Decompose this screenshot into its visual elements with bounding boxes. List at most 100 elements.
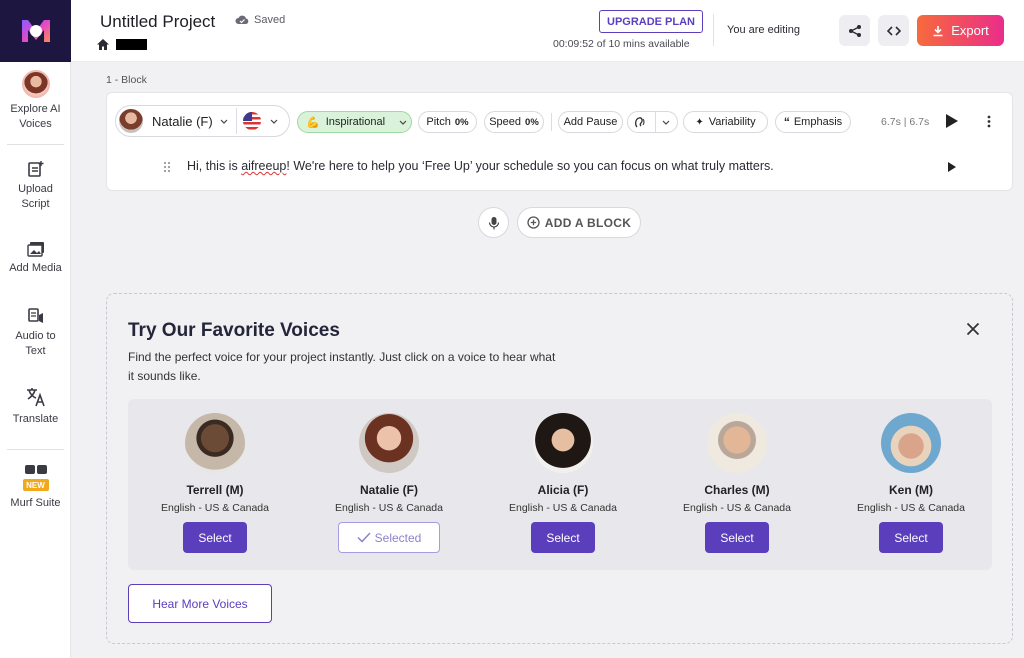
cloud-check-icon	[235, 15, 249, 24]
upgrade-plan-button[interactable]: UPGRADE PLAN	[599, 10, 704, 33]
script-text-part: ! We're here to help you ‘Free Up’ your …	[286, 159, 774, 173]
ken-avatar	[881, 413, 941, 473]
voice-name: Alicia (F)	[537, 483, 589, 497]
chevron-down-icon	[662, 120, 670, 125]
code-icon	[886, 25, 901, 36]
plus-circle-icon	[527, 216, 540, 229]
voice-language: English - US & Canada	[509, 502, 617, 514]
voice-card-terrell[interactable]: Terrell (M) English - US & Canada Select	[128, 413, 302, 553]
pronunciation-control[interactable]	[627, 111, 678, 133]
murf-suite-icon: NEW	[22, 463, 49, 493]
sidebar-item-explore-voices[interactable]: Explore AI Voices	[0, 70, 71, 132]
sidebar-item-label: Murf Suite	[10, 497, 61, 509]
sidebar-item-add-media[interactable]: Add Media	[0, 241, 71, 276]
pitch-value: 0%	[454, 116, 469, 128]
voice-avatar-icon	[21, 70, 50, 98]
speed-label: Speed	[489, 116, 522, 128]
audio-to-text-icon	[27, 308, 43, 323]
sidebar-item-audio-to-text[interactable]: Audio to Text	[0, 307, 71, 359]
block-duration: 6.7s | 6.7s	[881, 116, 930, 128]
close-icon[interactable]	[966, 322, 980, 336]
home-icon[interactable]	[96, 38, 110, 51]
speed-value: 0%	[525, 116, 539, 128]
upload-script-icon	[27, 161, 43, 177]
sidebar-item-upload-script[interactable]: Upload Script	[0, 160, 71, 212]
selected-label: Selected	[374, 530, 422, 545]
variability-button[interactable]: ✦ Variability	[683, 111, 768, 133]
editing-status: You are editing	[727, 24, 800, 36]
voices-row: Terrell (M) English - US & Canada Select…	[128, 399, 992, 570]
us-flag-icon	[242, 112, 261, 130]
hear-more-voices-button[interactable]: Hear More Voices	[128, 584, 272, 623]
voice-name: Ken (M)	[889, 483, 933, 497]
speed-control[interactable]: Speed 0%	[484, 111, 544, 133]
export-button[interactable]: Export	[917, 15, 1004, 46]
script-block: Natalie (F) 💪 Inspirational Pitch 0% Spe…	[106, 92, 1013, 191]
natalie-avatar	[119, 109, 143, 133]
terrell-avatar	[185, 413, 245, 473]
add-block-label: ADD A BLOCK	[544, 215, 632, 230]
chevron-down-icon	[399, 120, 407, 125]
chevron-down-icon	[220, 119, 228, 124]
pronunciation-icon	[635, 117, 645, 128]
voice-name: Natalie (F)	[359, 483, 418, 497]
new-badge: NEW	[22, 479, 49, 491]
sidebar-item-murf-suite[interactable]: NEW Murf Suite	[0, 463, 71, 511]
download-icon	[933, 25, 943, 36]
play-block-icon[interactable]	[945, 113, 959, 129]
murf-logo[interactable]	[0, 0, 71, 62]
voice-name: Terrell (M)	[186, 483, 244, 497]
panel-title: Try Our Favorite Voices	[128, 320, 340, 341]
share-icon	[848, 24, 861, 37]
voice-card-alicia[interactable]: Alicia (F) English - US & Canada Select	[476, 413, 650, 553]
drag-handle-icon[interactable]	[163, 161, 171, 173]
select-voice-button[interactable]: Select	[879, 522, 943, 553]
save-status: Saved	[235, 14, 285, 26]
time-available: 00:09:52 of 10 mins available	[553, 38, 690, 50]
emphasis-button[interactable]: “ Emphasis	[775, 111, 851, 133]
emphasis-label: Emphasis	[793, 116, 843, 128]
selected-voice-button[interactable]: Selected	[338, 522, 440, 553]
top-header: Untitled Project Saved UPGRADE PLAN 00:0…	[71, 0, 1024, 62]
add-pause-button[interactable]: Add Pause	[558, 111, 623, 133]
sidebar-item-label: Translate	[12, 413, 59, 425]
play-sentence-icon[interactable]	[947, 161, 957, 173]
sidebar-divider	[7, 144, 64, 145]
voice-name: Natalie (F)	[152, 113, 213, 129]
voice-input-button[interactable]	[478, 207, 509, 238]
style-label: Inspirational	[325, 116, 386, 128]
favorite-voices-panel: Try Our Favorite Voices Find the perfect…	[106, 293, 1013, 644]
toolbar-divider	[551, 113, 552, 131]
share-button[interactable]	[839, 15, 870, 46]
voice-card-ken[interactable]: Ken (M) English - US & Canada Select	[824, 413, 998, 553]
voice-card-charles[interactable]: Charles (M) English - US & Canada Select	[650, 413, 824, 553]
sidebar-item-label: Add Media	[9, 262, 62, 274]
sidebar: Explore AI Voices Upload Script Add Medi…	[0, 0, 71, 658]
quote-icon: “	[783, 115, 790, 129]
add-block-button[interactable]: ADD A BLOCK	[517, 207, 641, 238]
sidebar-divider	[7, 449, 64, 450]
header-divider	[713, 14, 714, 46]
natalie-avatar	[359, 413, 419, 473]
style-selector[interactable]: 💪 Inspirational	[297, 111, 412, 133]
script-text[interactable]: Hi, this is aifreeup! We're here to help…	[187, 159, 774, 173]
embed-code-button[interactable]	[878, 15, 909, 46]
sidebar-item-translate[interactable]: Translate	[0, 386, 71, 427]
more-options-icon[interactable]	[987, 115, 991, 128]
voice-selector[interactable]: Natalie (F)	[115, 105, 290, 137]
chevron-down-icon	[270, 119, 278, 124]
select-voice-button[interactable]: Select	[531, 522, 595, 553]
select-voice-button[interactable]: Select	[705, 522, 769, 553]
sidebar-item-label: Explore AI Voices	[10, 103, 61, 130]
microphone-icon	[488, 216, 499, 229]
project-title[interactable]: Untitled Project	[100, 12, 215, 32]
save-status-text: Saved	[254, 14, 286, 26]
pill-divider	[235, 108, 237, 134]
translate-icon	[26, 388, 45, 407]
voice-name: Charles (M)	[704, 483, 770, 497]
charles-avatar	[707, 413, 767, 473]
pitch-control[interactable]: Pitch 0%	[418, 111, 477, 133]
export-label: Export	[951, 23, 989, 38]
voice-card-natalie[interactable]: Natalie (F) English - US & Canada Select…	[302, 413, 476, 553]
select-voice-button[interactable]: Select	[183, 522, 247, 553]
